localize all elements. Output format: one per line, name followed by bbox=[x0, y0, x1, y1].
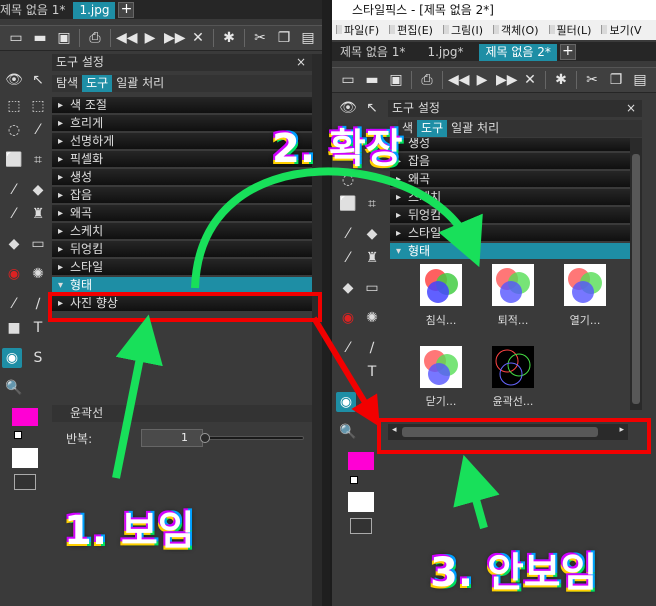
annotation-visible: 1. 보임 bbox=[64, 508, 195, 554]
arrow-red-connect bbox=[311, 316, 380, 427]
arrow-to-photo-enhance bbox=[112, 314, 163, 479]
arrow-expand-curve bbox=[191, 167, 483, 289]
annotation-invisible: 3. 안보임 bbox=[430, 550, 598, 596]
arrow-to-scrollbar bbox=[453, 454, 500, 530]
annotation-expand: 2. 확장 bbox=[272, 126, 403, 172]
